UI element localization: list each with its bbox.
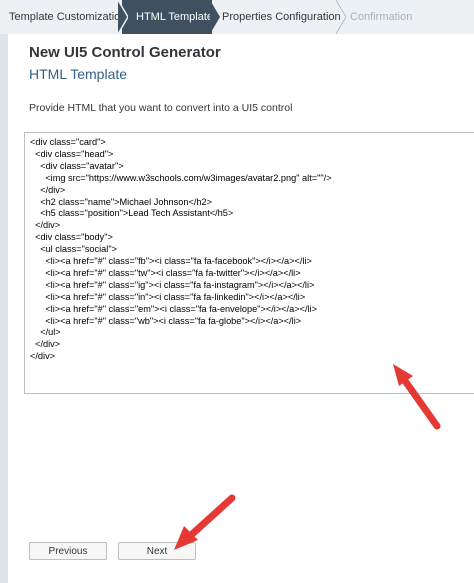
previous-button-label: Previous — [48, 545, 88, 557]
wizard-step-label: Template Customization — [9, 11, 127, 23]
wizard-page-content: New UI5 Control Generator HTML Template … — [8, 34, 474, 583]
code-line: </ul> — [30, 327, 61, 338]
code-line: <img src="https://www.w3schools.com/w3im… — [30, 172, 332, 183]
wizard-step-properties-configuration[interactable]: Properties Configuration — [212, 0, 341, 34]
code-line: <h2 class="name">Michael Johnson</h2> — [30, 196, 212, 207]
code-line: <h5 class="position">Lead Tech Assistant… — [30, 208, 234, 219]
code-line: <li><a href="#" class="wb"><i class="fa … — [30, 315, 302, 326]
left-edge-strip — [0, 0, 8, 583]
code-line: </div> — [30, 220, 61, 231]
chevron-separator-icon — [336, 0, 346, 34]
code-line: <li><a href="#" class="in"><i class="fa … — [30, 291, 306, 302]
code-line: <li><a href="#" class="tw"><i class="fa … — [30, 267, 301, 278]
wizard-step-html-template[interactable]: HTML Template — [122, 0, 214, 34]
page-subtitle: HTML Template — [29, 66, 128, 82]
previous-button[interactable]: Previous — [29, 542, 107, 560]
code-line: <li><a href="#" class="em"><i class="fa … — [30, 303, 317, 314]
code-line: <ul class="social"> — [30, 244, 117, 255]
wizard-step-label: Properties Configuration — [222, 11, 341, 23]
page-title: New UI5 Control Generator — [29, 44, 221, 61]
wizard-step-label: HTML Template — [136, 11, 214, 23]
code-line: </div> — [30, 184, 66, 195]
code-line: <div class="body"> — [30, 232, 113, 243]
code-line: <li><a href="#" class="ig"><i class="fa … — [30, 279, 315, 290]
code-line: <div class="avatar"> — [30, 160, 124, 171]
code-line: <li><a href="#" class="fb"><i class="fa … — [30, 256, 312, 266]
next-button-label: Next — [146, 545, 168, 557]
wizard-progress-bar: Template Customization HTML Template Pro… — [0, 0, 474, 34]
html-code-editor[interactable]: <div class="card"> <div class="head"> <d… — [24, 132, 474, 394]
chevron-separator-icon — [210, 0, 220, 34]
wizard-step-template-customization[interactable]: Template Customization — [0, 0, 126, 34]
next-button[interactable]: Next — [118, 542, 196, 560]
code-line: <div class="head"> — [30, 148, 114, 159]
instructions-text: Provide HTML that you want to convert in… — [29, 102, 293, 114]
wizard-step-label: Confirmation — [350, 11, 413, 23]
wizard-step-confirmation: Confirmation — [340, 0, 474, 34]
chevron-separator-icon — [118, 0, 128, 34]
code-line: </div> — [30, 351, 56, 362]
code-line: </div> — [30, 339, 61, 350]
code-line: <div class="card"> — [30, 137, 106, 147]
